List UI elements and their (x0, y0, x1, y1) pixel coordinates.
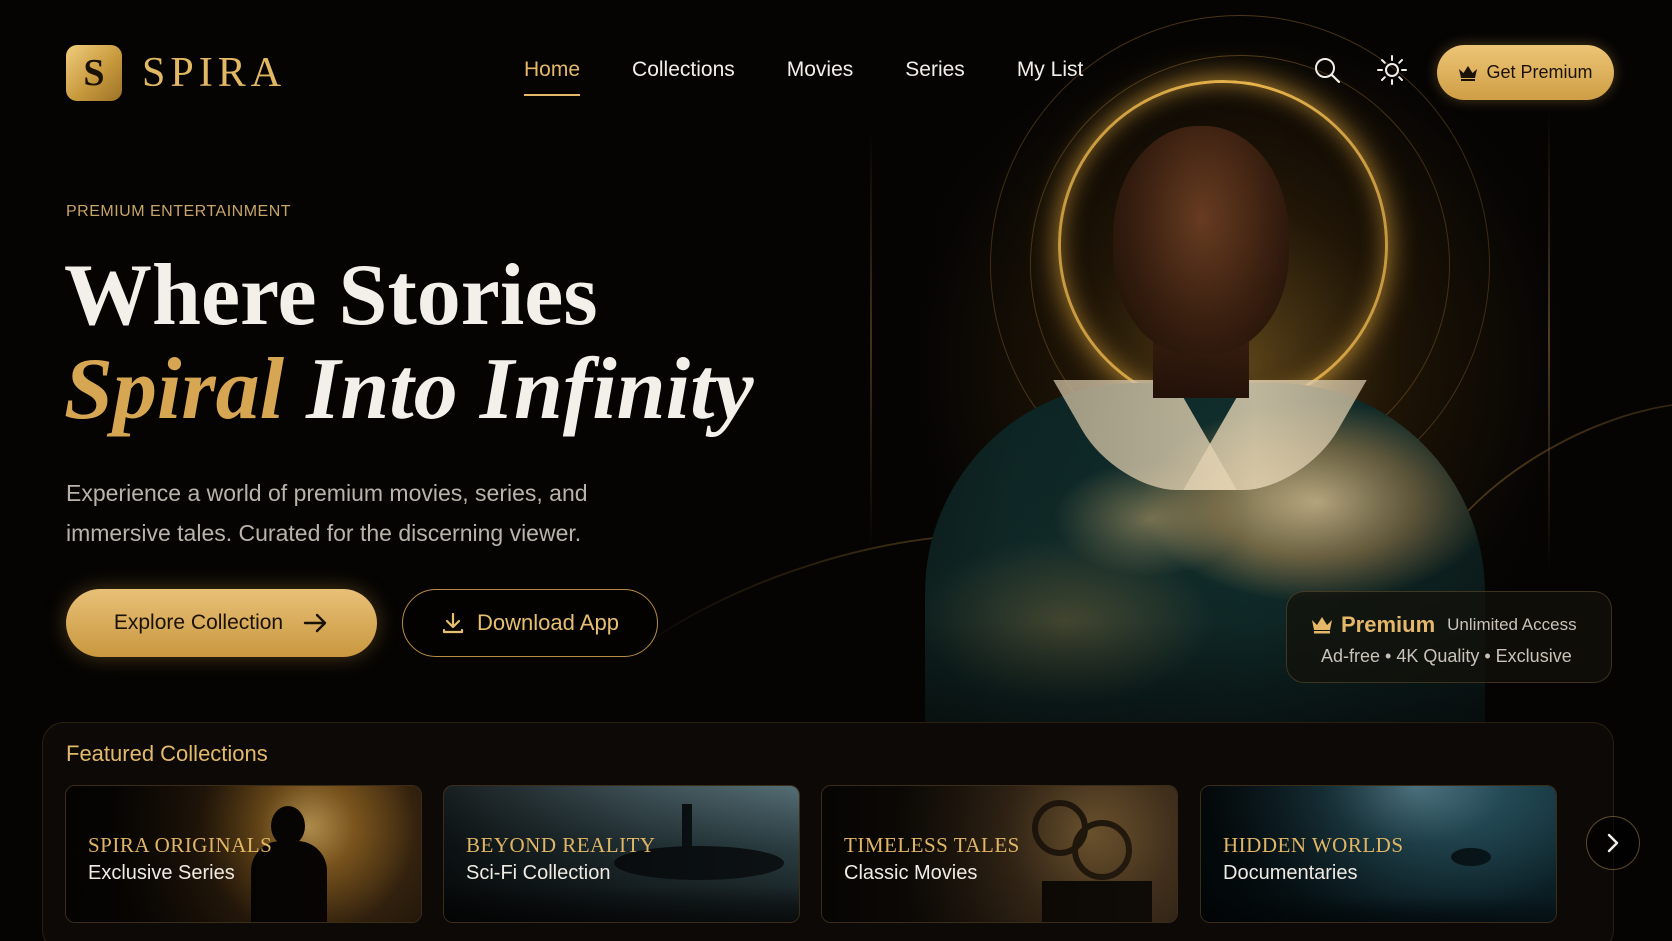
hero-eyebrow: PREMIUM ENTERTAINMENT (66, 203, 292, 220)
arrow-right-icon (303, 613, 327, 633)
logo-wordmark: SPIRA (142, 50, 287, 96)
hero-description-line-2: immersive tales. Curated for the discern… (66, 520, 582, 546)
nav-item-movies[interactable]: Movies (787, 58, 854, 82)
premium-card-subtitle: Unlimited Access (1447, 615, 1577, 634)
get-premium-label: Get Premium (1486, 62, 1593, 82)
card-subtitle: Sci-Fi Collection (466, 862, 611, 884)
main-nav: Home Collections Movies Series My List (524, 58, 1135, 96)
nav-item-collections[interactable]: Collections (632, 58, 735, 82)
nav-item-home[interactable]: Home (524, 58, 581, 96)
brand-logo[interactable]: S SPIRA (66, 45, 286, 101)
card-title: BEYOND REALITY (466, 833, 656, 857)
collection-card-spira-originals[interactable]: SPIRA ORIGINALS Exclusive Series (65, 785, 422, 923)
crown-icon (1312, 617, 1332, 634)
card-subtitle: Classic Movies (844, 862, 978, 884)
card-title: HIDDEN WORLDS (1223, 833, 1404, 857)
nav-item-series[interactable]: Series (905, 58, 965, 82)
explore-collection-button[interactable]: Explore Collection (66, 589, 377, 657)
carousel-next-button[interactable] (1586, 816, 1640, 870)
headline-line-2: Spiral Into Infinity (64, 346, 754, 434)
collection-card-beyond-reality[interactable]: BEYOND REALITY Sci-Fi Collection (443, 785, 800, 923)
logo-mark: S (66, 45, 122, 101)
explore-collection-label: Explore Collection (113, 611, 284, 634)
premium-card-features: Ad-free • 4K Quality • Exclusive (1321, 646, 1572, 666)
nav-item-my-list[interactable]: My List (1017, 58, 1084, 82)
download-app-button[interactable]: Download App (402, 589, 658, 657)
hero-description: Experience a world of premium movies, se… (66, 473, 666, 553)
premium-card-title: Premium (1341, 612, 1436, 637)
headline-rest: Into Infinity (306, 341, 754, 438)
card-subtitle: Exclusive Series (88, 862, 235, 884)
card-title: TIMELESS TALES (844, 833, 1020, 857)
premium-info-card: Premium Unlimited Access Ad-free • 4K Qu… (1286, 591, 1612, 683)
headline-accent: Spiral (64, 341, 285, 438)
search-icon[interactable] (1311, 54, 1343, 86)
hero-headline: Where Stories Spiral Into Infinity (64, 252, 754, 434)
collection-card-hidden-worlds[interactable]: HIDDEN WORLDS Documentaries (1200, 785, 1557, 923)
get-premium-button[interactable]: Get Premium (1437, 45, 1614, 100)
download-app-label: Download App (477, 610, 619, 635)
chevron-right-icon (1607, 833, 1619, 853)
featured-collections-title: Featured Collections (66, 741, 268, 766)
card-subtitle: Documentaries (1223, 862, 1358, 884)
download-icon (442, 612, 464, 634)
collection-card-timeless-tales[interactable]: TIMELESS TALES Classic Movies (821, 785, 1178, 923)
headline-line-1: Where Stories (64, 247, 598, 344)
crown-icon (1459, 65, 1478, 81)
hero-description-line-1: Experience a world of premium movies, se… (66, 480, 588, 506)
sun-icon[interactable] (1376, 54, 1408, 86)
card-title: SPIRA ORIGINALS (88, 833, 273, 857)
